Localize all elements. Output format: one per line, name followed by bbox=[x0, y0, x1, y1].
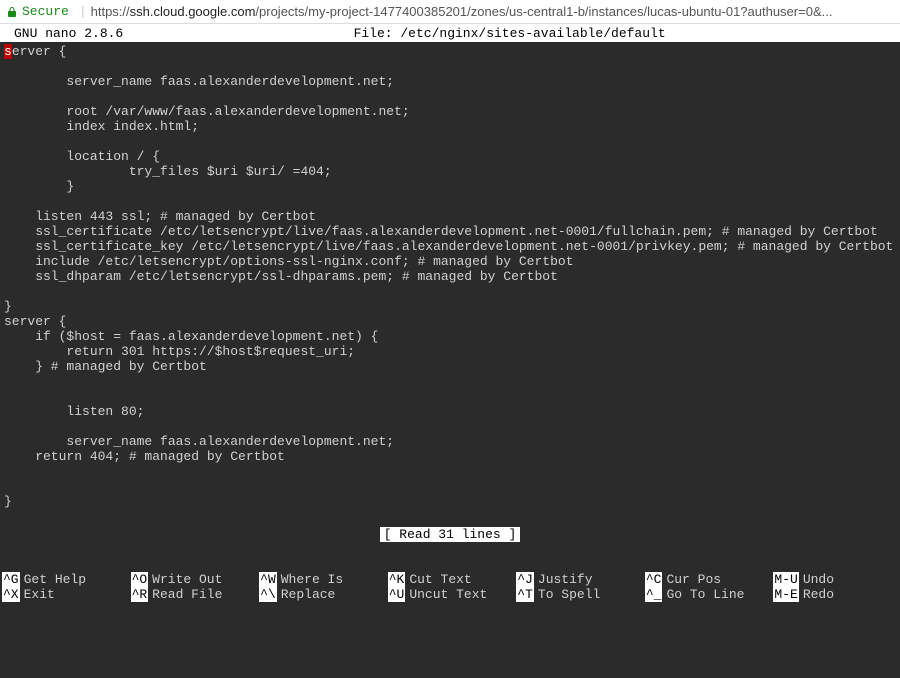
shortcut-key: ^R bbox=[131, 587, 149, 602]
shortcut-go-to-line: ^_Go To Line bbox=[643, 587, 772, 602]
shortcut-key: ^O bbox=[131, 572, 149, 587]
shortcut-label: Replace bbox=[281, 587, 336, 602]
shortcut-read-file: ^RRead File bbox=[129, 587, 258, 602]
shortcut-cut-text: ^KCut Text bbox=[386, 572, 515, 587]
shortcut-label: Read File bbox=[152, 587, 222, 602]
url-path: /projects/my-project-1477400385201/zones… bbox=[255, 4, 832, 19]
shortcut-key: ^U bbox=[388, 587, 406, 602]
shortcut-key: ^C bbox=[645, 572, 663, 587]
shortcut-label: Where Is bbox=[281, 572, 343, 587]
shortcut-key: ^_ bbox=[645, 587, 663, 602]
secure-indicator: Secure bbox=[6, 4, 69, 19]
shortcut-get-help: ^G Get Help bbox=[0, 572, 129, 587]
shortcut-key: ^G bbox=[2, 572, 20, 587]
shortcut-label: Justify bbox=[538, 572, 593, 587]
shortcut-key: ^K bbox=[388, 572, 406, 587]
shortcut-cur-pos: ^CCur Pos bbox=[643, 572, 772, 587]
shortcut-uncut-text: ^UUncut Text bbox=[386, 587, 515, 602]
shortcut-key: ^T bbox=[516, 587, 534, 602]
shortcut-redo: M-E Redo bbox=[771, 587, 900, 602]
shortcut-label: Get Help bbox=[24, 572, 86, 587]
browser-address-bar[interactable]: Secure | https://ssh.cloud.google.com/pr… bbox=[0, 0, 900, 24]
shortcut-replace: ^\ Replace bbox=[257, 587, 386, 602]
shortcut-label: To Spell bbox=[538, 587, 600, 602]
nano-header: GNU nano 2.8.6 File: /etc/nginx/sites-av… bbox=[0, 24, 900, 42]
cursor: s bbox=[4, 44, 12, 59]
shortcut-key: ^W bbox=[259, 572, 277, 587]
shortcut-key: M-E bbox=[773, 587, 798, 602]
nano-status-text: [ Read 31 lines ] bbox=[380, 527, 521, 542]
nano-file-label: File: /etc/nginx/sites-available/default bbox=[123, 26, 896, 41]
shortcut-label: Undo bbox=[803, 572, 834, 587]
shortcut-key: ^J bbox=[516, 572, 534, 587]
url-host: ssh.cloud.google.com bbox=[130, 4, 256, 19]
secure-label: Secure bbox=[22, 4, 69, 19]
terminal-editor[interactable]: server { server_name faas.alexanderdevel… bbox=[0, 42, 900, 634]
url-prefix: https:// bbox=[91, 4, 130, 19]
shortcut-undo: M-U Undo bbox=[771, 572, 900, 587]
nano-status-line: [ Read 31 lines ] bbox=[0, 527, 900, 542]
shortcut-label: Cur Pos bbox=[666, 572, 721, 587]
editor-body: server_name faas.alexanderdevelopment.ne… bbox=[4, 74, 893, 509]
line1-rest: erver { bbox=[12, 44, 67, 59]
lock-icon bbox=[6, 6, 18, 18]
shortcut-label: Uncut Text bbox=[409, 587, 487, 602]
shortcut-label: Cut Text bbox=[409, 572, 471, 587]
nano-shortcuts: ^G Get Help ^OWrite Out ^W Where Is ^KCut … bbox=[0, 572, 900, 604]
shortcut-key: ^X bbox=[2, 587, 20, 602]
shortcut-label: Go To Line bbox=[666, 587, 744, 602]
shortcut-label: Write Out bbox=[152, 572, 222, 587]
shortcut-key: ^\ bbox=[259, 587, 277, 602]
address-separator: | bbox=[79, 4, 87, 19]
shortcut-label: Redo bbox=[803, 587, 834, 602]
shortcut-exit: ^X Exit bbox=[0, 587, 129, 602]
shortcut-to-spell: ^T To Spell bbox=[514, 587, 643, 602]
shortcut-write-out: ^OWrite Out bbox=[129, 572, 258, 587]
shortcut-justify: ^J Justify bbox=[514, 572, 643, 587]
shortcut-where-is: ^W Where Is bbox=[257, 572, 386, 587]
shortcut-key: M-U bbox=[773, 572, 798, 587]
nano-version: GNU nano 2.8.6 bbox=[4, 26, 123, 41]
url-text[interactable]: https://ssh.cloud.google.com/projects/my… bbox=[91, 4, 894, 19]
shortcut-label: Exit bbox=[24, 587, 55, 602]
nano-bottom: [ Read 31 lines ] ^G Get Help ^OWrite Out… bbox=[0, 497, 900, 634]
